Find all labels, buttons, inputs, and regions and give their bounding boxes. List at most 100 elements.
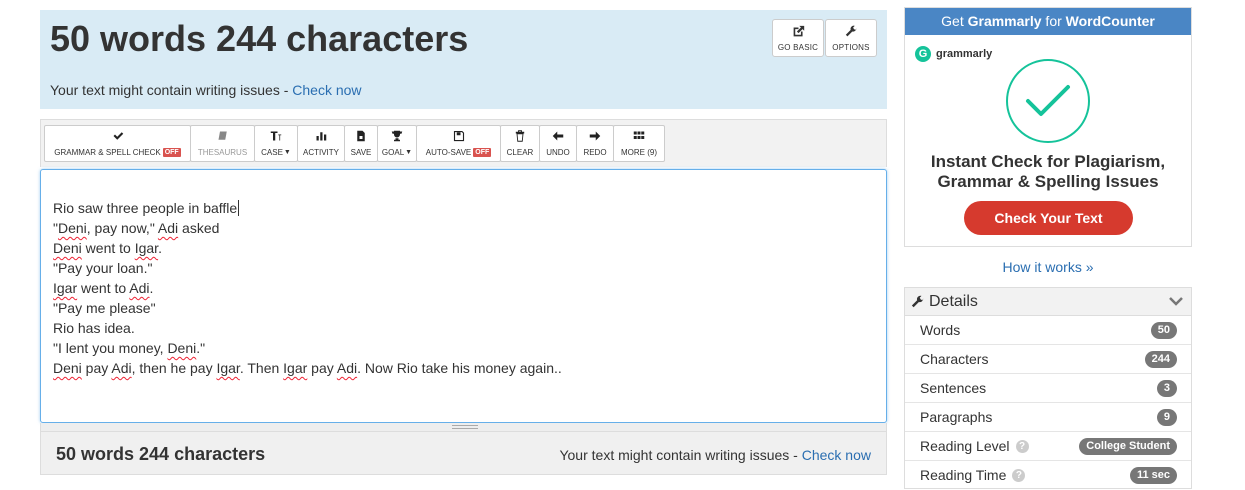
- writing-issues-notice: Your text might contain writing issues -…: [50, 82, 362, 98]
- editor-line: "Pay your loan.": [53, 260, 153, 276]
- arrow-left-icon: [552, 131, 564, 141]
- detail-label: Paragraphs: [920, 409, 993, 425]
- activity-label: ACTIVITY: [302, 148, 339, 157]
- editor-resize-handle[interactable]: [40, 423, 887, 431]
- bottom-check-now-link[interactable]: Check now: [802, 447, 871, 463]
- editor-line: Rio has idea.: [53, 320, 135, 336]
- detail-value-badge: 11 sec: [1129, 467, 1177, 484]
- editor-line: "I lent you money, Deni.": [53, 340, 206, 356]
- details-title: Details: [929, 293, 978, 310]
- undo-button[interactable]: UNDO: [539, 125, 577, 162]
- detail-label: Words: [920, 322, 961, 338]
- grammarly-logo: G grammarly: [915, 46, 992, 62]
- options-button[interactable]: OPTIONS: [825, 19, 877, 57]
- book-icon: [218, 131, 227, 140]
- how-it-works-link[interactable]: How it works »: [904, 259, 1192, 275]
- check-your-text-button[interactable]: Check Your Text: [964, 201, 1133, 235]
- bar-chart-icon: [316, 132, 327, 141]
- auto-save-label: AUTO-SAVE: [425, 148, 472, 157]
- bottom-stats-bar: 50 words 244 characters Your text might …: [40, 431, 887, 475]
- thesaurus-button[interactable]: THESAURUS: [190, 125, 255, 162]
- go-basic-label: GO BASIC: [777, 42, 819, 52]
- editor-content[interactable]: Rio saw three people in baffle "Deni, pa…: [53, 198, 562, 378]
- editor-line: Deni went to Igar.: [53, 240, 162, 256]
- detail-value-badge: 244: [1144, 351, 1177, 368]
- wrench-icon: [911, 295, 924, 308]
- go-basic-button[interactable]: GO BASIC: [772, 19, 824, 57]
- details-header[interactable]: Details: [905, 288, 1191, 316]
- bottom-issues-text: Your text might contain writing issues -: [559, 447, 802, 463]
- editor-line: "Pay me please": [53, 300, 156, 316]
- detail-label: Sentences: [920, 380, 987, 396]
- checkmark-icon: [113, 132, 123, 140]
- grammarly-ad[interactable]: Get Grammarly for WordCounter G grammarl…: [904, 7, 1192, 247]
- clear-label: CLEAR: [506, 148, 534, 157]
- save-file-icon: [357, 130, 365, 142]
- grammarly-g-icon: G: [915, 46, 931, 62]
- help-icon[interactable]: ?: [1012, 468, 1026, 482]
- chevron-down-icon[interactable]: [1169, 296, 1183, 306]
- auto-save-off-badge: OFF: [473, 148, 492, 157]
- editor-line: Deni pay Adi, then he pay Igar. Then Iga…: [53, 360, 562, 376]
- detail-value-badge: 3: [1156, 380, 1177, 397]
- more-button[interactable]: MORE (9): [613, 125, 665, 162]
- redo-button[interactable]: REDO: [576, 125, 614, 162]
- grammar-spell-check-button[interactable]: GRAMMAR & SPELL CHECK OFF: [44, 125, 191, 162]
- detail-label: Reading Time: [920, 467, 1007, 483]
- case-label: CASE: [261, 148, 283, 157]
- save-button[interactable]: SAVE: [344, 125, 378, 162]
- trash-icon: [515, 130, 525, 142]
- auto-save-button[interactable]: AUTO-SAVE OFF: [416, 125, 501, 162]
- external-link-icon: [793, 25, 804, 36]
- detail-label: Characters: [920, 351, 989, 367]
- wrench-icon: [845, 25, 856, 36]
- grammar-label: GRAMMAR & SPELL CHECK: [54, 148, 161, 157]
- detail-row-sentences: Sentences 3: [905, 374, 1191, 403]
- grammarly-logo-text: grammarly: [936, 48, 993, 60]
- detail-value-badge: College Student: [1079, 438, 1177, 455]
- editor-line: Igar went to Adi.: [53, 280, 154, 296]
- editor-toolbar: GRAMMAR & SPELL CHECK OFF THESAURUS CASE ▼…: [40, 119, 887, 167]
- redo-label: REDO: [583, 148, 607, 157]
- bottom-issues-notice: Your text might contain writing issues -…: [559, 447, 871, 463]
- header-panel: 50 words 244 characters Your text might …: [40, 10, 887, 109]
- floppy-disk-icon: [453, 130, 464, 142]
- more-label: MORE (9): [621, 148, 657, 157]
- activity-button[interactable]: ACTIVITY: [297, 125, 345, 162]
- editor-line: "Deni, pay now," Adi asked: [53, 220, 220, 236]
- bottom-counts: 50 words 244 characters: [56, 444, 266, 464]
- ad-tagline: Instant Check for Plagiarism, Grammar & …: [930, 152, 1166, 191]
- case-button[interactable]: CASE ▼: [254, 125, 298, 162]
- undo-label: UNDO: [546, 148, 570, 157]
- editor-line: Rio saw three people in baffle: [53, 200, 240, 216]
- check-now-link[interactable]: Check now: [292, 82, 361, 98]
- detail-row-words: Words 50: [905, 316, 1191, 345]
- clear-button[interactable]: CLEAR: [500, 125, 540, 162]
- detail-row-paragraphs: Paragraphs 9: [905, 403, 1191, 432]
- trophy-icon: [391, 130, 403, 142]
- details-panel: Details Words 50 Characters 244 Sentence…: [904, 287, 1192, 489]
- check-circle-icon: [1006, 59, 1090, 143]
- arrow-right-icon: [589, 131, 601, 141]
- goal-button[interactable]: GOAL ▼: [377, 125, 417, 162]
- save-label: SAVE: [350, 148, 372, 157]
- detail-row-reading-level: Reading Level? College Student: [905, 432, 1191, 461]
- help-icon[interactable]: ?: [1015, 439, 1029, 453]
- case-caret-icon: ▼: [283, 149, 291, 156]
- detail-row-characters: Characters 244: [905, 345, 1191, 374]
- page-title-counts: 50 words 244 characters: [50, 18, 469, 59]
- issues-text: Your text might contain writing issues -: [50, 82, 293, 98]
- grammar-off-badge: OFF: [162, 148, 181, 157]
- detail-label: Reading Level: [920, 438, 1010, 454]
- goal-caret-icon: ▼: [405, 149, 413, 156]
- detail-value-badge: 9: [1156, 409, 1177, 426]
- thesaurus-label: THESAURUS: [197, 148, 248, 157]
- text-case-icon: [270, 131, 282, 141]
- text-editor[interactable]: Rio saw three people in baffle "Deni, pa…: [40, 169, 887, 423]
- ad-header: Get Grammarly for WordCounter: [905, 8, 1191, 35]
- detail-value-badge: 50: [1150, 322, 1177, 339]
- grid-icon: [633, 131, 645, 139]
- options-label: OPTIONS: [832, 42, 870, 52]
- goal-label: GOAL: [381, 148, 405, 157]
- resize-grip-icon: [452, 425, 478, 429]
